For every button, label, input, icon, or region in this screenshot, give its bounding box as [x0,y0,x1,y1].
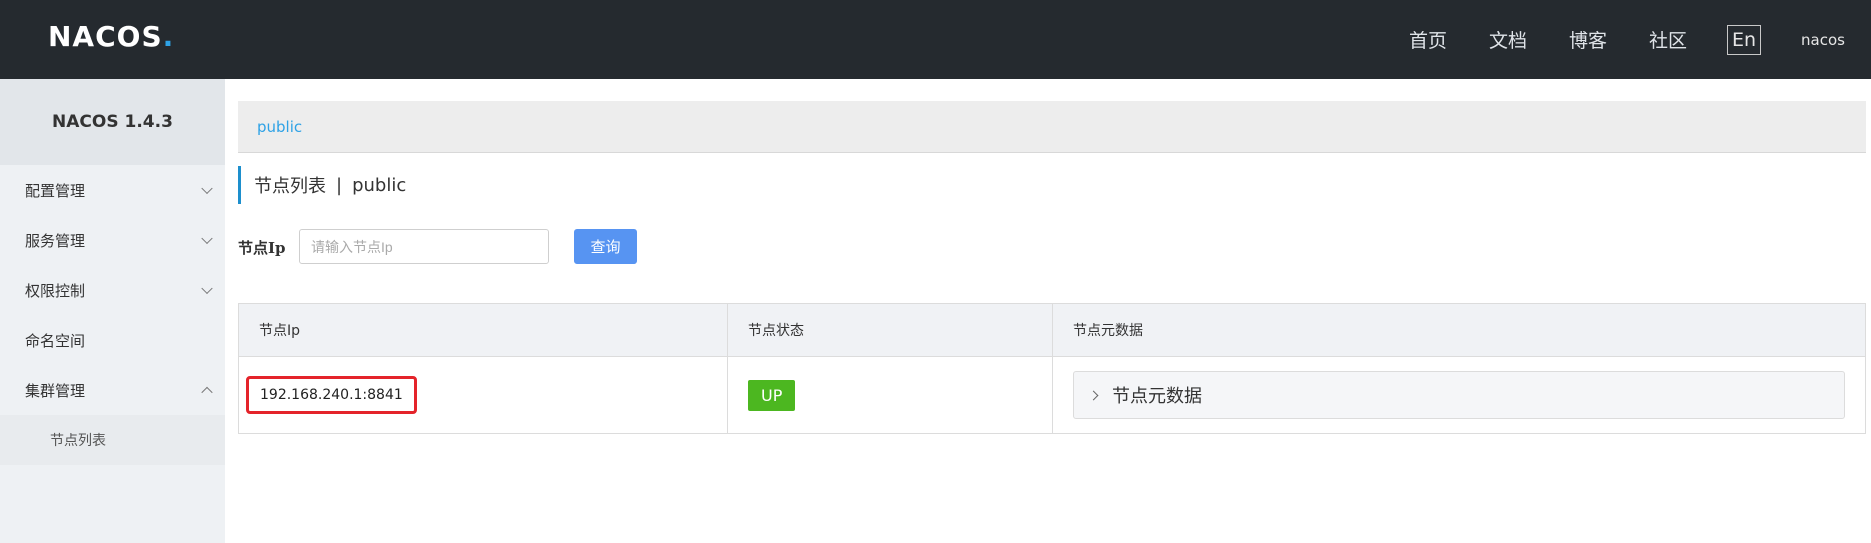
chevron-down-icon [201,182,213,195]
cell-metadata: 节点元数据 [1053,357,1865,433]
language-toggle-button[interactable]: En [1727,24,1762,55]
title-separator: | [336,174,343,196]
nav-community[interactable]: 社区 [1649,26,1687,53]
sidebar-item-service[interactable]: 服务管理 [0,215,225,265]
nacos-logo[interactable]: NACOS. [48,20,174,53]
user-name[interactable]: nacos [1801,31,1845,49]
sidebar: NACOS 1.4.3 配置管理 服务管理 权限控制 命名空间 集群管理 节点列… [0,79,225,543]
node-ip-label: 节点Ip [238,239,286,257]
page-title: 节点列表 | public [238,166,406,204]
cell-ip: 192.168.240.1:8841 [239,357,728,433]
nav-blog[interactable]: 博客 [1569,26,1607,53]
sidebar-subitem-node-list[interactable]: 节点列表 [0,415,225,465]
sidebar-item-label: 集群管理 [25,381,86,400]
sidebar-title: NACOS 1.4.3 [0,79,225,165]
nav-home[interactable]: 首页 [1409,26,1447,53]
sidebar-item-namespace[interactable]: 命名空间 [0,315,225,365]
sidebar-item-label: 命名空间 [25,331,86,350]
node-table: 节点Ip 节点状态 节点元数据 192.168.240.1:8841 UP 节点… [238,303,1866,434]
sidebar-item-auth[interactable]: 权限控制 [0,265,225,315]
node-ip-value: 192.168.240.1:8841 [246,376,417,414]
chevron-right-icon [1088,390,1099,400]
nav-docs[interactable]: 文档 [1489,26,1527,53]
column-header-metadata: 节点元数据 [1073,323,1143,339]
top-nav: 首页 文档 博客 社区 En nacos [1367,0,1845,79]
top-navbar: NACOS. 首页 文档 博客 社区 En nacos [0,0,1871,79]
query-button[interactable]: 查询 [574,229,637,264]
sidebar-item-label: 权限控制 [25,281,86,300]
sidebar-item-config[interactable]: 配置管理 [0,165,225,215]
sidebar-item-label: 服务管理 [25,231,86,250]
page-title-text: 节点列表 [254,176,326,197]
chevron-up-icon [201,386,213,399]
table-row: 192.168.240.1:8841 UP 节点元数据 [239,357,1865,433]
chevron-down-icon [201,282,213,295]
column-header-status: 节点状态 [728,304,1053,356]
sidebar-item-label: 配置管理 [25,181,86,200]
page-title-namespace: public [352,174,407,196]
breadcrumb: public [238,101,1866,153]
table-header: 节点Ip 节点状态 节点元数据 [239,304,1865,357]
sidebar-item-cluster[interactable]: 集群管理 [0,365,225,415]
breadcrumb-namespace[interactable]: public [257,118,302,136]
node-ip-search-input[interactable] [299,229,549,264]
metadata-label: 节点元数据 [1112,386,1202,407]
status-badge: UP [748,379,796,411]
column-header-ip: 节点Ip [239,304,728,356]
cell-status: UP [728,357,1053,433]
metadata-collapse-toggle[interactable]: 节点元数据 [1073,371,1845,419]
chevron-down-icon [201,232,213,245]
